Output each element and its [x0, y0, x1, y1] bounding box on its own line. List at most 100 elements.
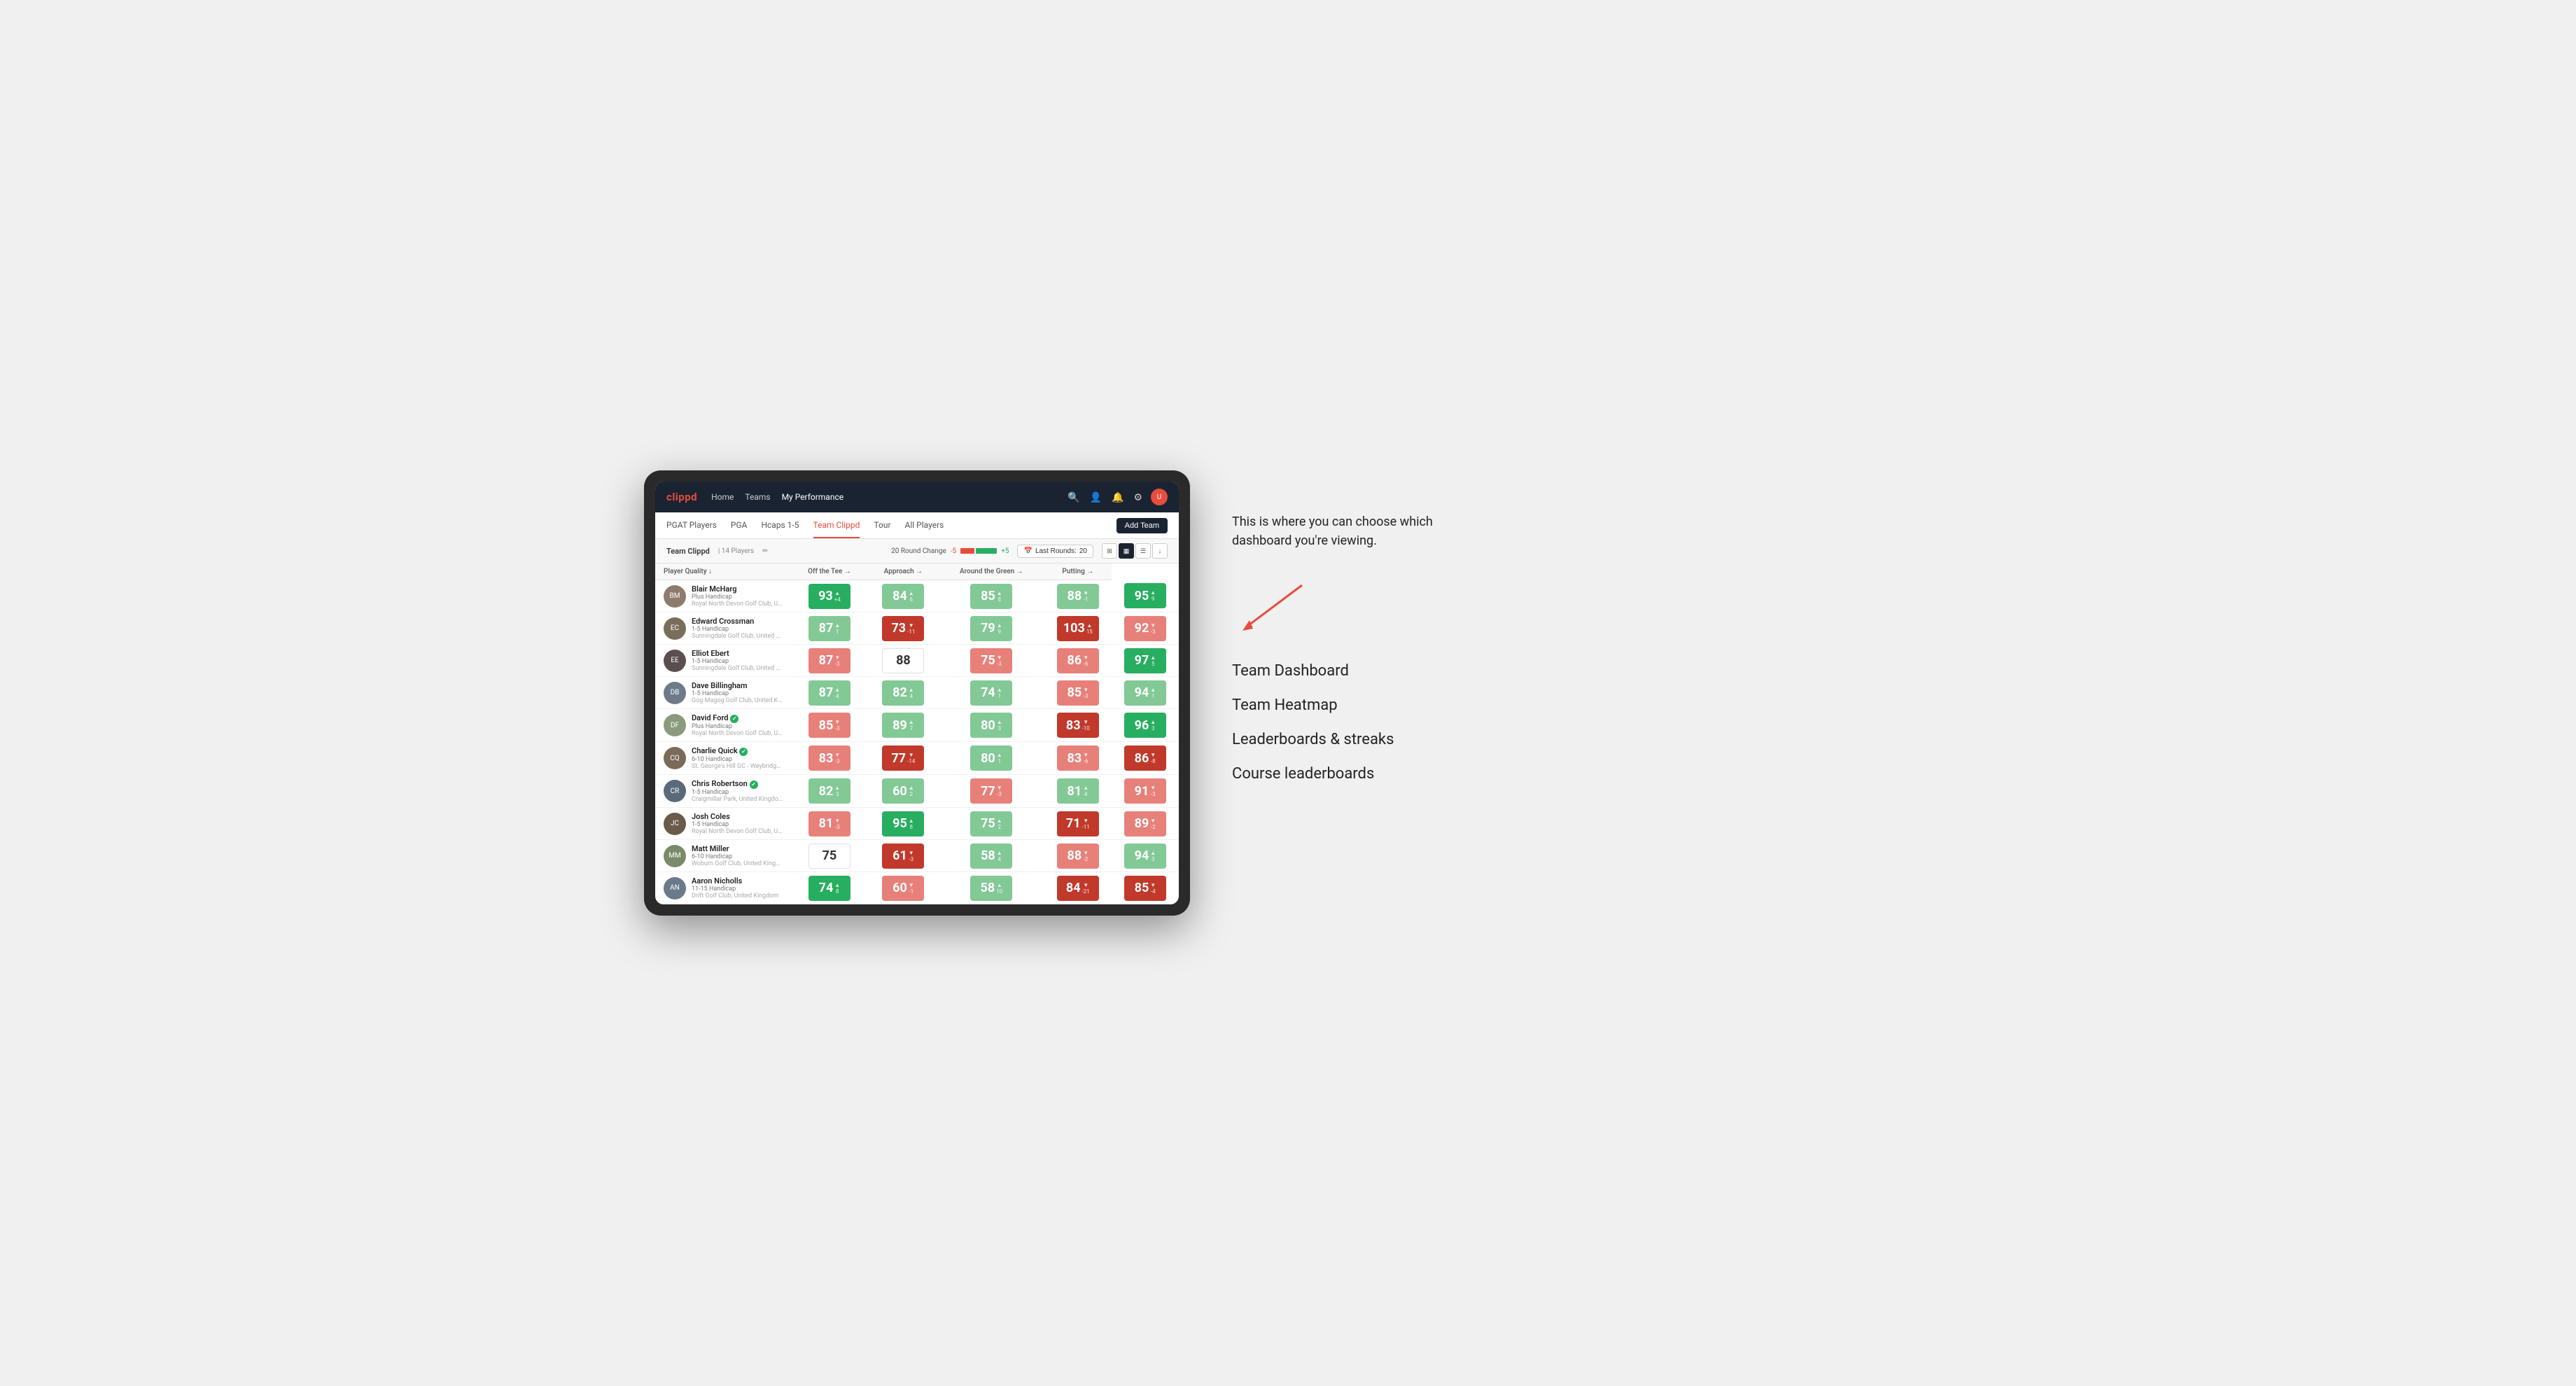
score-box: 61 ▼-3 — [882, 844, 924, 869]
nav-teams[interactable]: Teams — [745, 489, 770, 505]
score-value: 89 — [892, 718, 907, 733]
score-cell-player_quality: 74 ▲8 — [791, 872, 868, 904]
player-club: Gog Magog Golf Club, United Kingdom — [692, 697, 783, 704]
table-row[interactable]: JC Josh Coles 1-5 Handicap Royal North D… — [655, 808, 1179, 840]
heatmap-view-button[interactable]: ▦ — [1119, 543, 1134, 559]
player-name[interactable]: Dave Billingham — [692, 681, 783, 690]
score-change: ▲8 — [909, 818, 914, 830]
score-change: ▼-3 — [997, 654, 1002, 667]
last-rounds-button[interactable]: 📅 Last Rounds: 20 — [1017, 545, 1093, 558]
tab-team-clippd[interactable]: Team Clippd — [813, 513, 860, 538]
table-row[interactable]: DF David Ford ✓ Plus Handicap Royal Nort… — [655, 709, 1179, 742]
score-cell-player_quality: 85 ▼-3 — [791, 709, 868, 742]
score-box: 84 ▲6 — [882, 584, 924, 609]
score-value: 84 — [1066, 881, 1081, 895]
option-team-dashboard[interactable]: Team Dashboard — [1232, 662, 1932, 680]
settings-icon[interactable]: ⚙ — [1132, 490, 1144, 505]
player-name[interactable]: Edward Crossman — [692, 617, 783, 626]
nav-home[interactable]: Home — [711, 489, 734, 505]
score-cell-approach: 75 ▲2 — [939, 808, 1044, 840]
score-box: 85 ▼-3 — [1057, 680, 1099, 706]
player-cell-6: CR Chris Robertson ✓ 1-5 Handicap Craigm… — [655, 775, 791, 808]
round-change-area: 20 Round Change -5 +5 — [891, 547, 1009, 555]
player-name[interactable]: Chris Robertson ✓ — [692, 779, 783, 789]
table-row[interactable]: EC Edward Crossman 1-5 Handicap Sunningd… — [655, 612, 1179, 645]
player-avatar: JC — [664, 813, 686, 835]
score-value: 87 — [819, 685, 834, 700]
table-row[interactable]: CR Chris Robertson ✓ 1-5 Handicap Craigm… — [655, 775, 1179, 808]
table-row[interactable]: BM Blair McHarg Plus Handicap Royal Nort… — [655, 580, 1179, 612]
score-value: 71 — [1066, 816, 1081, 831]
score-box: 83 ▼-3 — [808, 746, 850, 771]
score-box: 94 ▲3 — [1124, 844, 1166, 869]
score-box: 89 ▲7 — [882, 713, 924, 738]
score-value: 83 — [1066, 718, 1081, 733]
player-name[interactable]: Charlie Quick ✓ — [692, 746, 783, 756]
score-value: 60 — [892, 784, 907, 799]
add-team-button[interactable]: Add Team — [1116, 518, 1168, 533]
player-club: Drift Golf Club, United Kingdom — [692, 892, 778, 899]
score-value: 92 — [1135, 621, 1149, 636]
player-name[interactable]: David Ford ✓ — [692, 713, 783, 723]
player-info: Elliot Ebert 1-5 Handicap Sunningdale Go… — [692, 649, 783, 672]
option-leaderboards[interactable]: Leaderboards & streaks — [1232, 731, 1932, 748]
player-name[interactable]: Blair McHarg — [692, 584, 783, 594]
player-avatar: DF — [664, 714, 686, 736]
player-cell-3: DB Dave Billingham 1-5 Handicap Gog Mago… — [655, 677, 791, 709]
score-change: ▲+4 — [834, 590, 841, 603]
player-name[interactable]: Aaron Nicholls — [692, 876, 778, 886]
bell-icon[interactable]: 🔔 — [1110, 490, 1125, 505]
player-club: Sunningdale Golf Club, United Kingdom — [692, 633, 783, 640]
score-cell-approach: 58 ▲10 — [939, 872, 1044, 904]
score-cell-around_green: 84 ▼-21 — [1044, 872, 1112, 904]
table-row[interactable]: AN Aaron Nicholls 11-15 Handicap Drift G… — [655, 872, 1179, 904]
score-change: ▼-14 — [907, 752, 915, 764]
avatar[interactable]: U — [1151, 489, 1168, 505]
table-row[interactable]: EE Elliot Ebert 1-5 Handicap Sunningdale… — [655, 645, 1179, 677]
player-cell-8: MM Matt Miller 6-10 Handicap Woburn Golf… — [655, 840, 791, 872]
score-box: 95 ▲9 — [1124, 583, 1166, 608]
score-cell-putting: 96 ▲3 — [1112, 709, 1179, 742]
option-course-leaderboards[interactable]: Course leaderboards — [1232, 765, 1932, 783]
search-icon[interactable]: 🔍 — [1066, 490, 1081, 505]
neg-change: -5 — [951, 547, 956, 555]
player-name[interactable]: Josh Coles — [692, 812, 783, 821]
player-handicap: 11-15 Handicap — [692, 886, 778, 892]
download-button[interactable]: ↓ — [1152, 543, 1168, 559]
score-cell-off_tee: 88 — [868, 645, 939, 677]
score-cell-approach: 74 ▲1 — [939, 677, 1044, 709]
score-box: 85 ▼-4 — [1124, 876, 1166, 901]
score-cell-around_green: 83 ▼-6 — [1044, 742, 1112, 775]
tab-tour[interactable]: Tour — [874, 513, 890, 538]
edit-team-icon[interactable]: ✏ — [762, 547, 768, 555]
score-value: 81 — [819, 816, 834, 831]
option-team-heatmap[interactable]: Team Heatmap — [1232, 696, 1932, 714]
score-value: 93 — [818, 589, 833, 603]
score-change: ▼-3 — [1083, 687, 1088, 699]
table-row[interactable]: CQ Charlie Quick ✓ 6-10 Handicap St. Geo… — [655, 742, 1179, 775]
user-icon[interactable]: 👤 — [1088, 490, 1103, 505]
score-box: 82 ▲3 — [808, 778, 850, 804]
table-row[interactable]: DB Dave Billingham 1-5 Handicap Gog Mago… — [655, 677, 1179, 709]
player-name[interactable]: Matt Miller — [692, 844, 783, 853]
player-name[interactable]: Elliot Ebert — [692, 649, 783, 658]
score-box: 74 ▲8 — [808, 876, 850, 901]
score-box: 87 ▲4 — [808, 680, 850, 706]
player-cell-0: BM Blair McHarg Plus Handicap Royal Nort… — [655, 580, 791, 612]
score-value: 80 — [981, 751, 995, 766]
player-avatar: CQ — [664, 747, 686, 769]
player-handicap: 1-5 Handicap — [692, 658, 783, 665]
table-row[interactable]: MM Matt Miller 6-10 Handicap Woburn Golf… — [655, 840, 1179, 872]
score-box: 74 ▲1 — [970, 680, 1012, 706]
nav-my-performance[interactable]: My Performance — [782, 489, 844, 505]
tab-hcaps[interactable]: Hcaps 1-5 — [761, 513, 799, 538]
score-cell-player_quality: 93 ▲+4 — [791, 580, 868, 612]
dashboard-options: Team Dashboard Team Heatmap Leaderboards… — [1232, 662, 1932, 783]
tab-pga[interactable]: PGA — [731, 513, 748, 538]
list-view-button[interactable]: ☰ — [1135, 543, 1151, 559]
score-value: 85 — [981, 589, 995, 603]
tab-all-players[interactable]: All Players — [905, 513, 944, 538]
player-handicap: Plus Handicap — [692, 723, 783, 730]
tab-pgat-players[interactable]: PGAT Players — [666, 513, 717, 538]
grid-view-button[interactable]: ⊞ — [1102, 543, 1117, 559]
